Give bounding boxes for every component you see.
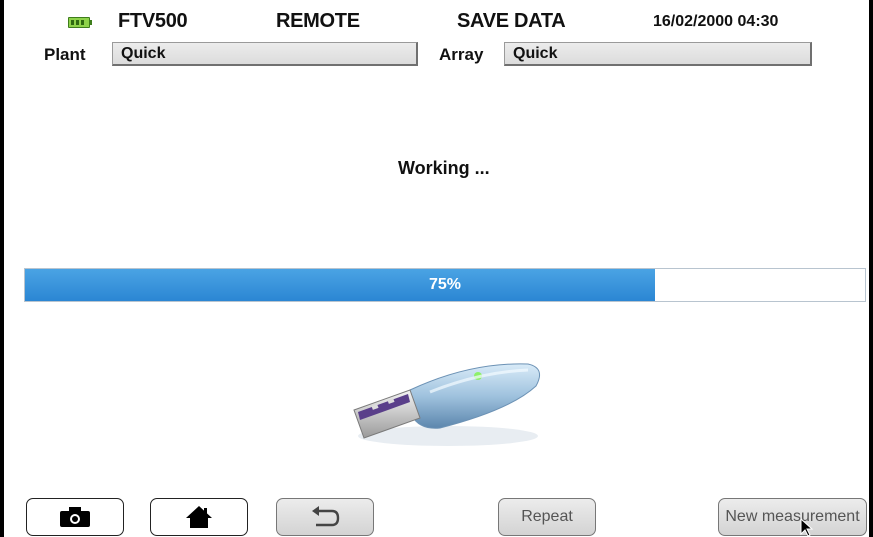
home-button[interactable] bbox=[150, 498, 248, 536]
new-measurement-button[interactable]: New measurement bbox=[718, 498, 867, 536]
back-button[interactable] bbox=[276, 498, 374, 536]
status-message: Working ... bbox=[398, 158, 490, 178]
device-name: FTV500 bbox=[118, 10, 188, 32]
action-label: SAVE DATA bbox=[457, 10, 566, 32]
new-measurement-label: New measurement bbox=[725, 508, 860, 525]
screen-border-left bbox=[0, 0, 4, 537]
usb-drive-icon bbox=[353, 363, 541, 446]
camera-button[interactable] bbox=[26, 498, 124, 536]
repeat-button[interactable]: Repeat bbox=[498, 498, 596, 536]
battery-icon bbox=[68, 17, 92, 28]
screen-border-right bbox=[869, 0, 873, 537]
camera-icon bbox=[60, 507, 90, 527]
progress-label: 75% bbox=[428, 276, 462, 293]
repeat-label: Repeat bbox=[521, 508, 573, 525]
array-label: Array bbox=[439, 45, 484, 64]
array-field[interactable]: Quick bbox=[504, 42, 812, 66]
mode-label: REMOTE bbox=[276, 10, 360, 32]
datetime: 16/02/2000 04:30 bbox=[653, 13, 779, 30]
plant-label: Plant bbox=[44, 45, 86, 64]
home-icon bbox=[186, 506, 212, 528]
header-bar: FTV500 REMOTE SAVE DATA 16/02/2000 04:30 bbox=[0, 0, 873, 38]
plant-field[interactable]: Quick bbox=[112, 42, 418, 66]
back-arrow-icon bbox=[312, 506, 340, 527]
mouse-cursor-icon bbox=[800, 518, 814, 537]
progress-bar: 75% bbox=[24, 268, 866, 302]
